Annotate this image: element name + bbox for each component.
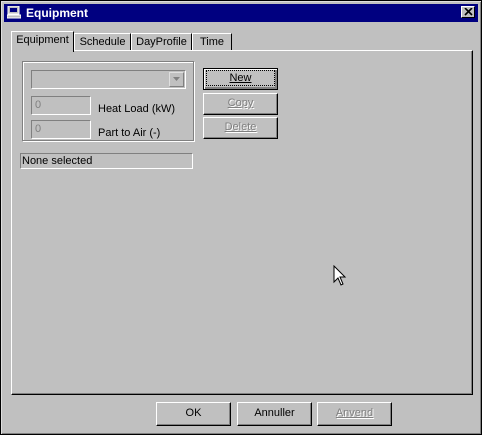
cancel-button-label: Annuller	[254, 407, 295, 419]
tab-label: Time	[199, 36, 225, 48]
equipment-groupbox: 0 Heat Load (kW) 0 Part to Air (-)	[22, 61, 194, 141]
new-button[interactable]: New	[203, 68, 278, 90]
heat-load-label: Heat Load (kW)	[98, 103, 176, 115]
chevron-down-icon	[173, 77, 180, 81]
tab-label: DayProfile	[136, 36, 187, 48]
apply-button[interactable]: Anvend	[317, 402, 392, 426]
tab-time[interactable]: Time	[192, 33, 232, 51]
window-title: Equipment	[26, 6, 88, 20]
new-button-label: New	[229, 72, 252, 84]
delete-button[interactable]: Delete	[203, 117, 278, 139]
dropdown-button[interactable]	[169, 72, 184, 87]
ok-button-label: OK	[185, 407, 202, 419]
computer-icon	[6, 5, 22, 19]
mouse-pointer-icon	[333, 265, 347, 286]
copy-button[interactable]: Copy	[203, 93, 278, 115]
heat-load-input[interactable]: 0	[31, 96, 91, 115]
title-bar: Equipment	[4, 4, 478, 22]
copy-button-label: Copy	[227, 97, 254, 109]
equipment-select[interactable]	[31, 70, 186, 89]
tab-panel: 0 Heat Load (kW) 0 Part to Air (-) New C…	[11, 50, 473, 395]
cancel-button[interactable]: Annuller	[237, 402, 312, 426]
close-icon	[464, 8, 473, 16]
status-field: None selected	[20, 153, 193, 169]
tab-label: Equipment	[16, 34, 69, 46]
part-to-air-label: Part to Air (-)	[98, 127, 161, 139]
tab-label: Schedule	[79, 36, 126, 48]
close-button[interactable]	[461, 6, 475, 18]
delete-button-label: Delete	[224, 121, 257, 133]
tab-dayprofile[interactable]: DayProfile	[131, 33, 192, 51]
tab-equipment[interactable]: Equipment	[11, 31, 74, 52]
ok-button[interactable]: OK	[156, 402, 231, 426]
equipment-dialog: Equipment Equipment Schedule DayProfile …	[0, 0, 482, 435]
tab-schedule[interactable]: Schedule	[74, 33, 131, 51]
apply-button-label: Anvend	[335, 407, 374, 419]
part-to-air-input[interactable]: 0	[31, 120, 91, 139]
